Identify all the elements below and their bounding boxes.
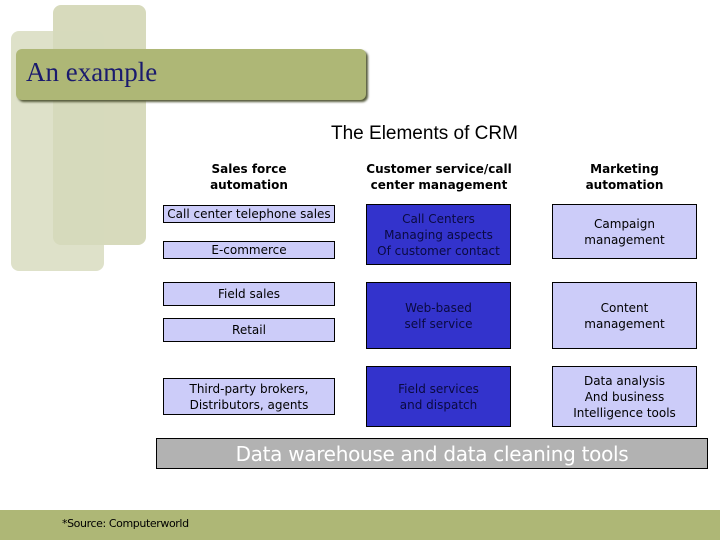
- service-item-field-services: Field services and dispatch: [366, 366, 511, 427]
- sales-item-retail: Retail: [163, 318, 335, 342]
- data-warehouse-bar: Data warehouse and data cleaning tools: [156, 438, 708, 469]
- source-note: *Source: Computerworld: [62, 517, 189, 530]
- service-item-call-centers: Call Centers Managing aspects Of custome…: [366, 204, 511, 265]
- service-item-web-self-service: Web-based self service: [366, 282, 511, 349]
- sales-item-ecommerce: E-commerce: [163, 241, 335, 259]
- heading-banner: An example: [16, 49, 366, 100]
- column-header-sales-force: Sales force automation: [210, 162, 288, 192]
- sales-item-field-sales: Field sales: [163, 282, 335, 306]
- column-header-marketing: Marketing automation: [585, 162, 664, 192]
- marketing-item-campaign: Campaign management: [552, 204, 697, 259]
- marketing-item-content: Content management: [552, 282, 697, 349]
- diagram-title: The Elements of CRM: [331, 123, 518, 144]
- marketing-item-data-analysis: Data analysis And business Intelligence …: [552, 366, 697, 427]
- sales-item-third-party: Third-party brokers, Distributors, agent…: [163, 378, 335, 415]
- footer-bar: *Source: Computerworld: [0, 510, 720, 540]
- column-header-customer-service: Customer service/call center management: [366, 162, 512, 192]
- slide-heading: An example: [26, 57, 158, 87]
- sales-item-call-center: Call center telephone sales: [163, 205, 335, 223]
